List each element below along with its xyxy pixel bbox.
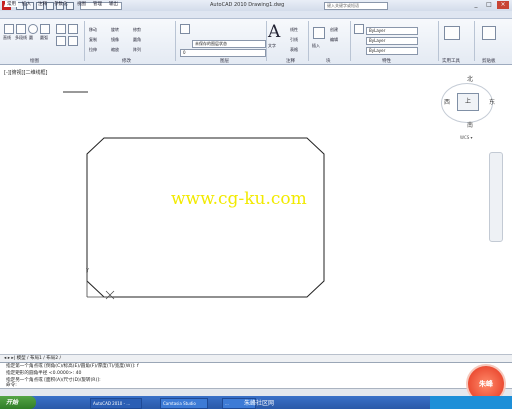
taskbar-item-camtasia[interactable]: Camtasia Studio bbox=[160, 398, 208, 409]
modify-array[interactable]: 阵列 bbox=[133, 47, 141, 53]
properties-panel-title[interactable]: 特性 bbox=[382, 58, 391, 64]
region-icon[interactable] bbox=[68, 36, 78, 46]
modify-trim[interactable]: 修剪 bbox=[133, 27, 141, 33]
panel-divider bbox=[175, 21, 176, 61]
annotation-leader[interactable]: 引线 bbox=[290, 37, 298, 43]
tab-output[interactable]: 输出 bbox=[109, 1, 118, 7]
command-history-line: 指定另一个角点或 [面积(A)/尺寸(D)/旋转(R)]: bbox=[6, 378, 101, 383]
draw-polyline-label: 多段线 bbox=[15, 35, 27, 40]
layout-tabs[interactable]: ◂ ▸ ▸| 模型 / 布局1 / 布局2 / bbox=[4, 355, 61, 361]
command-history-line: 指定第一个角点或 [倒角(C)/标高(E)/圆角(F)/厚度(T)/宽度(W)]… bbox=[6, 364, 139, 369]
rectangle-icon[interactable] bbox=[56, 24, 66, 34]
modify-scale[interactable]: 缩放 bbox=[111, 47, 119, 53]
viewcube-west[interactable]: 西 bbox=[444, 97, 450, 106]
insert-block-icon[interactable] bbox=[313, 27, 325, 39]
modify-move[interactable]: 移动 bbox=[89, 27, 97, 33]
maximize-button[interactable]: □ bbox=[483, 1, 495, 9]
annotation-table[interactable]: 表格 bbox=[290, 47, 298, 53]
color-select[interactable]: ByLayer bbox=[366, 27, 418, 35]
tab-view[interactable]: 视图 bbox=[77, 1, 86, 7]
measure-icon[interactable] bbox=[444, 26, 460, 40]
polyline-icon[interactable] bbox=[16, 24, 26, 34]
viewcube-east[interactable]: 东 bbox=[489, 97, 495, 106]
ucs-y-label: Y bbox=[86, 268, 90, 274]
hatch-icon[interactable] bbox=[56, 36, 66, 46]
panel-divider bbox=[438, 21, 439, 61]
annotation-text-label[interactable]: 文字 bbox=[268, 43, 276, 49]
block-panel-title[interactable]: 块 bbox=[326, 58, 331, 64]
circle-icon[interactable] bbox=[28, 24, 38, 34]
viewcube-top-face[interactable]: 上 bbox=[457, 93, 479, 111]
command-history-line: 指定矩形的圆角半径 <0.0000>: 40 bbox=[6, 371, 82, 376]
modify-panel-title[interactable]: 修改 bbox=[122, 58, 131, 64]
block-edit[interactable]: 编辑 bbox=[330, 37, 338, 43]
layer-state-select[interactable]: 未保存的图层状态 bbox=[192, 40, 266, 48]
utilities-panel-title[interactable]: 实用工具 bbox=[442, 58, 460, 64]
layout-tab-bar bbox=[0, 354, 512, 362]
block-insert-label[interactable]: 插入 bbox=[312, 43, 320, 49]
modify-mirror[interactable]: 镜像 bbox=[111, 37, 119, 43]
modify-rotate[interactable]: 旋转 bbox=[111, 27, 119, 33]
panel-divider bbox=[308, 21, 309, 61]
close-button[interactable]: × bbox=[497, 1, 509, 9]
filleted-rectangle[interactable] bbox=[86, 137, 325, 298]
start-button[interactable]: 开始 bbox=[0, 396, 36, 409]
status-bar bbox=[0, 388, 512, 396]
modify-fillet[interactable]: 圆角 bbox=[133, 37, 141, 43]
minimize-button[interactable]: _ bbox=[470, 1, 482, 9]
paste-icon[interactable] bbox=[482, 26, 496, 40]
undo-icon[interactable] bbox=[46, 2, 54, 10]
draw-line-label: 直线 bbox=[3, 35, 11, 40]
linetype-select[interactable]: ByLayer bbox=[366, 37, 418, 45]
system-tray[interactable] bbox=[430, 396, 512, 409]
annotation-linear[interactable]: 线性 bbox=[290, 27, 298, 33]
draw-circle-label: 圆 bbox=[29, 35, 33, 40]
layers-panel-title[interactable]: 图层 bbox=[220, 58, 229, 64]
panel-divider bbox=[266, 21, 267, 61]
navigation-bar[interactable] bbox=[489, 152, 503, 242]
block-create[interactable]: 创建 bbox=[330, 27, 338, 33]
layer-properties-icon[interactable] bbox=[180, 24, 190, 34]
tab-insert[interactable]: 插入 bbox=[22, 1, 31, 7]
viewcube-north[interactable]: 北 bbox=[467, 74, 473, 83]
tab-manage[interactable]: 管理 bbox=[93, 1, 102, 7]
drawing-canvas[interactable] bbox=[0, 66, 512, 354]
panel-divider bbox=[350, 21, 351, 61]
line-icon[interactable] bbox=[4, 24, 14, 34]
viewport-controls[interactable]: [-][俯视][二维线框] bbox=[4, 69, 48, 76]
arc-icon[interactable] bbox=[40, 24, 50, 34]
tab-annotate[interactable]: 注释 bbox=[38, 1, 47, 7]
modify-stretch[interactable]: 拉伸 bbox=[89, 47, 97, 53]
tab-parametric[interactable]: 参数化 bbox=[54, 1, 68, 7]
tab-home[interactable]: 常用 bbox=[5, 1, 18, 7]
multiline-text-icon[interactable]: A bbox=[268, 22, 280, 42]
taskbar-item-autocad[interactable]: AutoCAD 2010 - ... bbox=[90, 398, 142, 409]
ellipse-icon[interactable] bbox=[68, 24, 78, 34]
watermark-text: www.cg-ku.com bbox=[171, 189, 307, 209]
viewcube-south[interactable]: 南 bbox=[467, 120, 473, 129]
draw-arc-label: 圆弧 bbox=[40, 35, 48, 40]
ribbon-tab-bar bbox=[0, 11, 512, 19]
match-properties-icon[interactable] bbox=[354, 24, 364, 34]
search-input[interactable]: 键入关键字或短语 bbox=[324, 2, 388, 10]
window-title: AutoCAD 2010 Drawing1.dwg bbox=[210, 2, 285, 8]
wcs-menu[interactable]: WCS ▾ bbox=[460, 135, 473, 140]
lineweight-select[interactable]: ByLayer bbox=[366, 47, 418, 55]
taskbar-site-text: 朱峰社区网 bbox=[244, 400, 275, 407]
modify-copy[interactable]: 复制 bbox=[89, 37, 97, 43]
draw-panel-title[interactable]: 绘图 bbox=[30, 58, 39, 64]
panel-divider bbox=[84, 21, 85, 61]
annotation-panel-title[interactable]: 注释 bbox=[286, 58, 295, 64]
panel-divider bbox=[474, 21, 475, 61]
layer-select[interactable]: 0 bbox=[180, 49, 266, 57]
clipboard-panel-title[interactable]: 剪贴板 bbox=[482, 58, 496, 64]
